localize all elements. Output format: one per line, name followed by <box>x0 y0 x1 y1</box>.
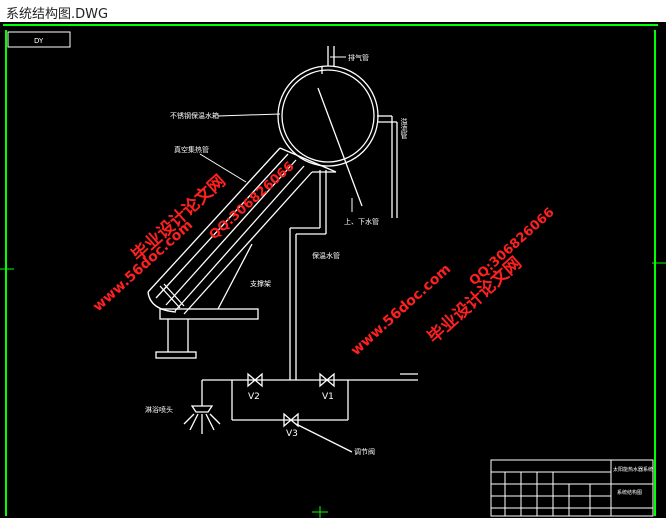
drawing-frame <box>0 24 666 518</box>
label-exhaust-pipe: 排气管 <box>348 53 369 62</box>
label-valve-v3: V3 <box>286 429 298 439</box>
watermark-site-left: www.56doc.com <box>90 217 196 315</box>
valve-piping <box>201 372 418 453</box>
file-title: 系统结构图.DWG <box>6 7 109 22</box>
watermark-qq-left: QQ:306826066 <box>207 159 298 243</box>
label-vacuum-tube: 真空集热管 <box>174 145 209 154</box>
label-mixing-valve: 调节阀 <box>354 447 375 456</box>
drawing-canvas[interactable]: DY 排气管 不锈钢保温水箱 真空集热管 上、下水管 支撑架 保温水管 淋浴喷头… <box>0 22 666 518</box>
label-tank: 不锈钢保温水箱 <box>170 111 219 120</box>
label-overflow-pipe: 溢流管 <box>400 117 408 140</box>
label-shower: 淋浴喷头 <box>145 405 173 414</box>
insulated-pipe <box>289 170 327 380</box>
support-bracket <box>155 243 259 359</box>
label-insulated-pipe: 保温水管 <box>312 251 340 260</box>
title-bar: 系统结构图.DWG <box>0 0 666 22</box>
dwg-viewer-window: 系统结构图.DWG DY 排气管 不锈钢保温水箱 真空集热管 上、下水管 支撑架… <box>0 0 666 518</box>
label-valve-v2: V2 <box>248 392 260 402</box>
label-valve-v1: V1 <box>322 392 334 402</box>
shower-head <box>183 400 221 434</box>
label-updown-pipe: 上、下水管 <box>344 217 379 226</box>
label-bracket: 支撑架 <box>250 279 271 288</box>
corner-tag: DY <box>34 37 44 45</box>
storage-tank <box>277 46 398 218</box>
title-block-drawing-name: 系统结构图 <box>617 489 642 496</box>
title-block-project: 太阳能热水器系统 <box>613 466 653 473</box>
